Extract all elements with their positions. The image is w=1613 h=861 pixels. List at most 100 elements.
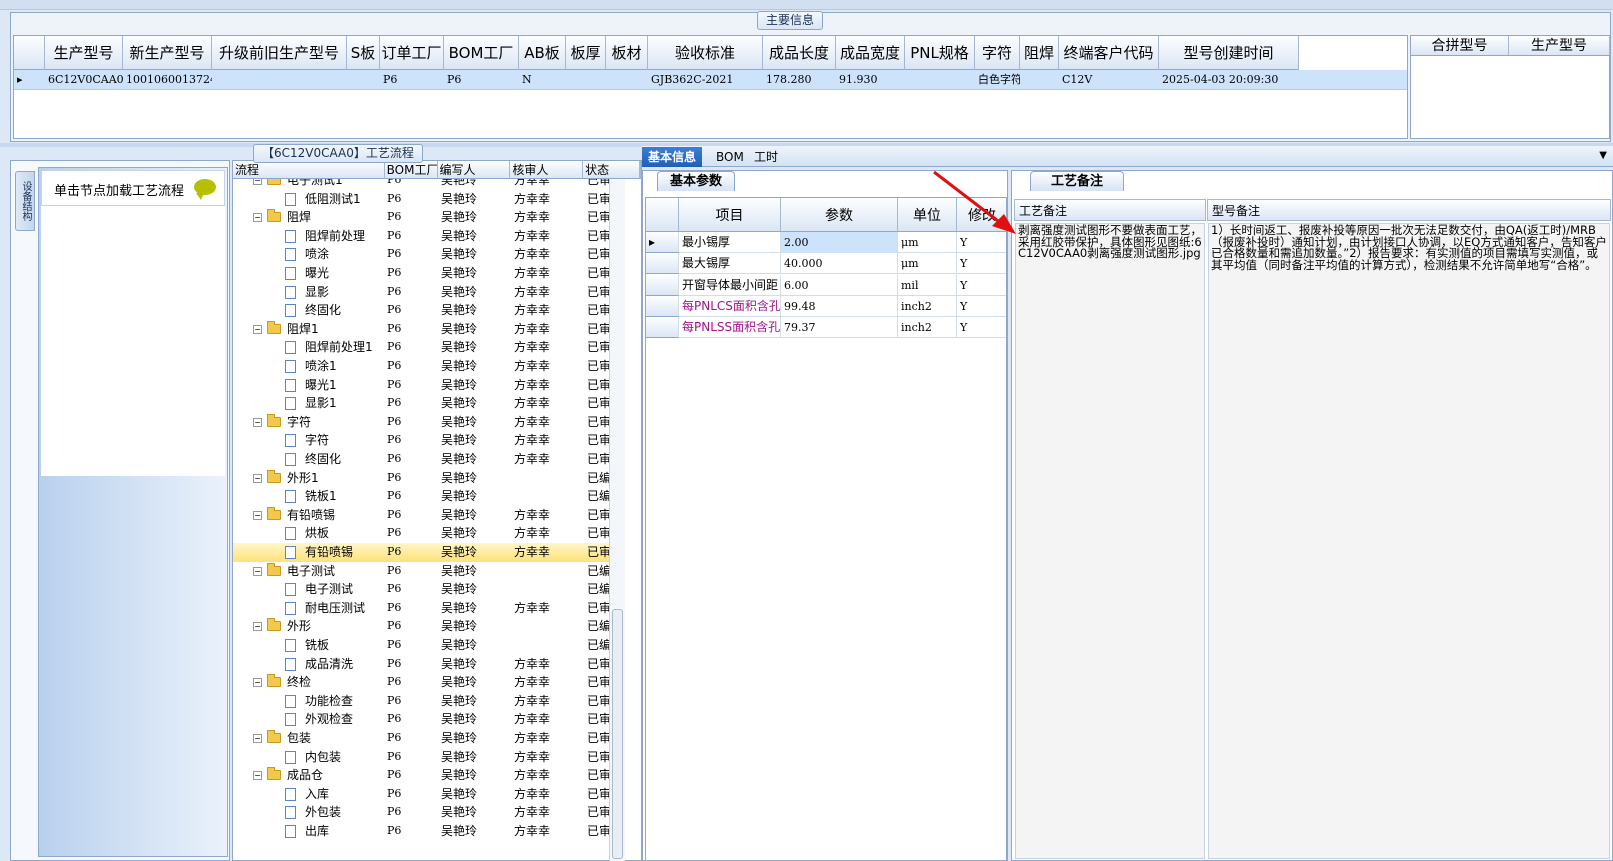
param-cell-item[interactable]: 最大锡厚 xyxy=(679,253,781,275)
table-row[interactable]: 每PNLCS面积含孔 99.48 inch2 Y xyxy=(646,295,1006,317)
tree-node[interactable]: 显影1 P6 吴艳玲 方幸幸 已审核 xyxy=(233,394,625,413)
column-header[interactable]: 板材 xyxy=(606,36,648,70)
tree-node[interactable]: − 包装 P6 吴艳玲 方幸幸 已审核 xyxy=(233,729,625,748)
column-header[interactable]: PNL规格 xyxy=(905,36,975,70)
column-header[interactable]: 板厚 xyxy=(566,36,606,70)
table-cell[interactable]: 91.930 xyxy=(836,70,905,90)
tree-node[interactable]: 终固化 P6 吴艳玲 方幸幸 已审核 xyxy=(233,450,625,469)
tree-column-header[interactable]: 状态 xyxy=(583,161,641,179)
table-cell[interactable]: P6 xyxy=(444,70,519,90)
tree-node[interactable]: − 外形1 P6 吴艳玲 已编写 xyxy=(233,469,625,488)
param-column-header[interactable]: 单位 xyxy=(898,198,957,232)
column-header[interactable]: 升级前旧生产型号 xyxy=(212,36,347,70)
column-header[interactable]: 阻焊 xyxy=(1020,36,1059,70)
tree-node[interactable]: 出库 P6 吴艳玲 方幸幸 已审核 xyxy=(233,822,625,841)
param-cell-item[interactable]: 最小锡厚 xyxy=(679,232,781,253)
param-cell-unit[interactable]: μm xyxy=(898,253,957,275)
table-row[interactable]: ▸6C12V0CAA010010600137247P6P6NGJB362C-20… xyxy=(14,70,1407,90)
tree-node[interactable]: 铣板1 P6 吴艳玲 已编写 xyxy=(233,487,625,506)
collapse-icon[interactable]: − xyxy=(253,473,262,483)
table-cell[interactable]: 2025-04-03 20:09:30 xyxy=(1159,70,1299,90)
param-cell-unit[interactable]: μm xyxy=(898,232,957,253)
table-cell[interactable] xyxy=(566,70,606,90)
column-header[interactable]: 生产型号 xyxy=(45,36,123,70)
param-cell-unit[interactable]: mil xyxy=(898,274,957,296)
dropdown-chevron-icon[interactable]: ▼ xyxy=(1599,150,1607,161)
tree-node[interactable]: 曝光1 P6 吴艳玲 方幸幸 已审核 xyxy=(233,376,625,395)
column-header[interactable]: 订单工厂 xyxy=(380,36,444,70)
tab-basic-info[interactable]: 基本信息 xyxy=(642,147,703,167)
column-header[interactable]: S板 xyxy=(347,36,380,70)
collapse-icon[interactable]: − xyxy=(253,566,262,576)
param-cell-item[interactable]: 每PNLCS面积含孔 xyxy=(679,295,781,317)
tree-node[interactable]: − 阻焊1 P6 吴艳玲 方幸幸 已审核 xyxy=(233,320,625,339)
column-header[interactable]: 字符 xyxy=(975,36,1020,70)
table-cell[interactable] xyxy=(606,70,648,90)
param-cell-unit[interactable]: inch2 xyxy=(898,295,957,317)
param-cell-flag[interactable]: Y xyxy=(957,232,1006,253)
tree-node[interactable]: 外包装 P6 吴艳玲 方幸幸 已审核 xyxy=(233,803,625,822)
tree-column-header[interactable]: 核审人 xyxy=(510,161,584,179)
tree-node[interactable]: 功能检查 P6 吴艳玲 方幸幸 已审核 xyxy=(233,692,625,711)
column-header[interactable]: 成品长度 xyxy=(763,36,836,70)
table-row[interactable]: 最大锡厚 40.000 μm Y xyxy=(646,253,1006,275)
param-cell-flag[interactable]: Y xyxy=(957,317,1006,338)
collapse-icon[interactable]: − xyxy=(253,734,262,743)
tree-node[interactable]: 显影 P6 吴艳玲 方幸幸 已审核 xyxy=(233,283,625,302)
column-header[interactable]: AB板 xyxy=(519,36,566,70)
table-row[interactable]: ▸ 最小锡厚 2.00 μm Y xyxy=(646,232,1006,253)
param-cell-value[interactable]: 2.00 xyxy=(781,232,898,253)
tree-node[interactable]: − 阻焊 P6 吴艳玲 方幸幸 已审核 xyxy=(233,208,625,227)
param-cell-unit[interactable]: inch2 xyxy=(898,317,957,339)
table-cell[interactable]: 6C12V0CAA0 xyxy=(45,70,123,90)
table-cell[interactable]: GJB362C-2021 xyxy=(648,70,763,90)
param-cell-value[interactable]: 79.37 xyxy=(781,317,898,339)
vertical-scrollbar[interactable] xyxy=(609,179,625,861)
tab-process-remarks[interactable]: 工艺备注 xyxy=(1030,171,1125,191)
param-cell-item[interactable]: 开窗导体最小间距 xyxy=(679,274,781,296)
tab-bom[interactable]: BOM xyxy=(710,147,750,167)
param-cell-value[interactable]: 99.48 xyxy=(781,295,898,317)
column-header[interactable]: 型号创建时间 xyxy=(1159,36,1299,70)
table-cell[interactable]: C12V xyxy=(1059,70,1159,90)
table-cell[interactable]: P6 xyxy=(380,70,444,90)
tree-column-header[interactable]: BOM工厂 xyxy=(385,161,438,179)
params-grid[interactable]: 项目 参数 单位 修改 ▸ 最小锡厚 2.00 μm Y 最大锡厚 40.000 μm Y 开窗导体最小间… xyxy=(645,197,1007,861)
tree-node[interactable]: 阻焊前处理 P6 吴艳玲 方幸幸 已审核 xyxy=(233,227,625,246)
tree-node[interactable]: 曝光 P6 吴艳玲 方幸幸 已审核 xyxy=(233,264,625,283)
tree-node[interactable]: 低阻测试1 P6 吴艳玲 方幸幸 已审核 xyxy=(233,190,625,209)
tree-node[interactable]: − 字符 P6 吴艳玲 方幸幸 已审核 xyxy=(233,413,625,432)
tree-node[interactable]: 入库 P6 吴艳玲 方幸幸 已审核 xyxy=(233,785,625,804)
tree-column-header[interactable]: 流程 xyxy=(233,161,385,179)
table-cell[interactable] xyxy=(905,70,975,90)
tree-node[interactable]: − 有铅喷锡 P6 吴艳玲 方幸幸 已审核 xyxy=(233,506,625,525)
param-column-header[interactable]: 项目 xyxy=(679,198,781,232)
table-cell[interactable] xyxy=(1020,70,1059,90)
column-header[interactable]: 新生产型号 xyxy=(123,36,212,70)
tree-node[interactable]: 喷涂1 P6 吴艳玲 方幸幸 已审核 xyxy=(233,357,625,376)
param-column-header[interactable]: 修改 xyxy=(957,198,1006,232)
scroll-thumb[interactable] xyxy=(612,609,623,859)
param-cell-flag[interactable]: Y xyxy=(957,275,1006,296)
table-row[interactable]: 开窗导体最小间距 6.00 mil Y xyxy=(646,274,1006,296)
tree-node[interactable]: − 电子测试 P6 吴艳玲 已编写 xyxy=(233,562,625,581)
vertical-tab-device-structure[interactable]: 设备结构 xyxy=(15,171,35,231)
param-cell-flag[interactable]: Y xyxy=(957,253,1006,274)
column-header[interactable]: 成品宽度 xyxy=(836,36,905,70)
tree-node[interactable]: 电子测试 P6 吴艳玲 已编写 xyxy=(233,580,625,599)
collapse-icon[interactable]: − xyxy=(253,678,262,688)
table-cell[interactable]: N xyxy=(519,70,566,90)
collapse-icon[interactable]: − xyxy=(253,179,262,185)
collapse-icon[interactable]: − xyxy=(253,771,262,781)
table-cell[interactable] xyxy=(347,70,380,90)
tree-node[interactable]: 烘板 P6 吴艳玲 方幸幸 已审核 xyxy=(233,524,625,543)
tree-node[interactable]: 喷涂 P6 吴艳玲 方幸幸 已审核 xyxy=(233,245,625,264)
tree-node[interactable]: 有铅喷锡 P6 吴艳玲 方幸幸 已审核 xyxy=(233,543,625,562)
param-column-header[interactable]: 参数 xyxy=(781,198,898,232)
collapse-icon[interactable]: − xyxy=(253,622,262,632)
tree-node[interactable]: 阻焊前处理1 P6 吴艳玲 方幸幸 已审核 xyxy=(233,338,625,357)
tree-node[interactable]: 耐电压测试 P6 吴艳玲 方幸幸 已审核 xyxy=(233,599,625,618)
tab-basic-params[interactable]: 基本参数 xyxy=(657,171,736,191)
column-header[interactable]: 验收标准 xyxy=(648,36,763,70)
collapse-icon[interactable]: − xyxy=(253,417,262,427)
